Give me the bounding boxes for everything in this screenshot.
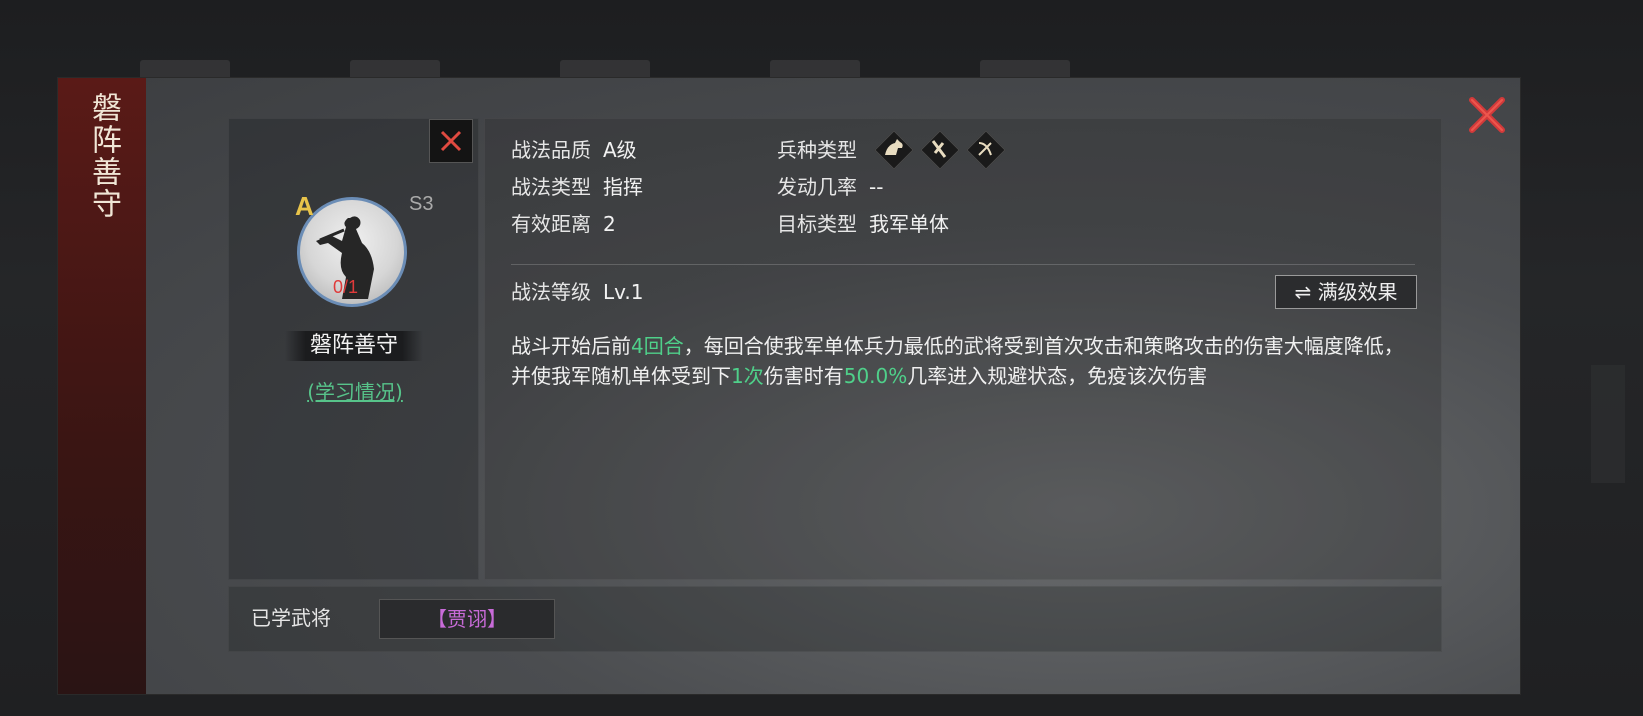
learned-generals-panel: 已学武将 【贾诩】: [228, 586, 1442, 652]
attr-target-label: 目标类型: [777, 212, 857, 236]
level-label: 战法等级: [511, 280, 591, 304]
tactic-detail-dialog: 磐阵善守 A S3 0/1 磐阵善守 (学习情况) 战法品质 A级 战法类型 指…: [58, 78, 1520, 694]
desc-text: 几率进入规避状态，免疫该次伤害: [907, 364, 1208, 388]
attr-range-label: 有效距离: [511, 212, 591, 236]
attr-troop: 兵种类型: [777, 137, 857, 163]
background-tab: [560, 60, 650, 80]
attr-trigger-value: --: [869, 175, 884, 199]
attr-type: 战法类型 指挥: [511, 174, 643, 200]
learn-progress: 0/1: [333, 277, 359, 297]
attr-trigger: 发动几率 --: [777, 174, 883, 200]
troop-icon-list: [874, 130, 1006, 170]
background-tab: [140, 60, 230, 80]
max-level-effect-button[interactable]: ⇌ 满级效果: [1275, 275, 1417, 309]
attr-level: 战法等级 Lv.1: [511, 279, 644, 305]
attr-quality-value: A级: [603, 138, 637, 162]
tactic-portrait: A S3 0/1: [295, 191, 433, 313]
background-tab: [980, 60, 1070, 80]
background-tab: [350, 60, 440, 80]
swap-icon: ⇌: [1294, 280, 1312, 304]
desc-highlight: 50.0%: [843, 364, 908, 388]
side-menu-edge: [1591, 365, 1625, 483]
attr-quality-label: 战法品质: [511, 138, 591, 162]
dialog-side-title: 磐阵善守: [86, 92, 121, 220]
desc-highlight: 4回合: [631, 334, 684, 358]
attr-trigger-label: 发动几率: [777, 175, 857, 199]
attr-range: 有效距离 2: [511, 211, 616, 237]
close-icon: [440, 130, 462, 152]
shield-icon: [920, 130, 960, 170]
side-title-strip: 磐阵善守: [58, 78, 146, 694]
max-level-effect-label: 满级效果: [1317, 280, 1398, 304]
dialog-close-button[interactable]: [1464, 92, 1510, 138]
attr-type-label: 战法类型: [511, 175, 591, 199]
tactic-card-panel: A S3 0/1 磐阵善守 (学习情况): [228, 118, 479, 580]
learn-status-link[interactable]: (学习情况): [293, 376, 417, 405]
cavalry-icon: [874, 130, 914, 170]
close-icon: [1469, 97, 1505, 133]
attr-type-value: 指挥: [603, 175, 643, 199]
desc-text: 战斗开始后前: [511, 334, 631, 358]
level-value: Lv.1: [603, 280, 644, 304]
attr-range-value: 2: [603, 212, 616, 236]
tactic-description: 战斗开始后前4回合，每回合使我军单体兵力最低的武将受到首次攻击和策略攻击的伤害大…: [511, 331, 1411, 391]
grade-badge: A: [295, 191, 314, 221]
panel-close-button[interactable]: [429, 119, 473, 163]
archer-icon: [966, 130, 1006, 170]
tactic-info-panel: 战法品质 A级 战法类型 指挥 有效距离 2 兵种类型 发动几率 -- 目标类型…: [484, 118, 1442, 580]
learned-generals-label: 已学武将: [251, 606, 331, 630]
divider: [511, 264, 1415, 265]
tactic-name-banner: 磐阵善守: [285, 331, 423, 361]
season-label: S3: [409, 193, 434, 215]
attr-troop-label: 兵种类型: [777, 138, 857, 162]
attr-target: 目标类型 我军单体: [777, 211, 949, 237]
attr-quality: 战法品质 A级: [511, 137, 637, 163]
desc-highlight: 1次: [731, 364, 764, 388]
desc-text: 伤害时有: [763, 364, 844, 388]
learned-general-tag[interactable]: 【贾诩】: [379, 599, 555, 639]
background-tab: [770, 60, 860, 80]
attr-target-value: 我军单体: [869, 212, 949, 236]
